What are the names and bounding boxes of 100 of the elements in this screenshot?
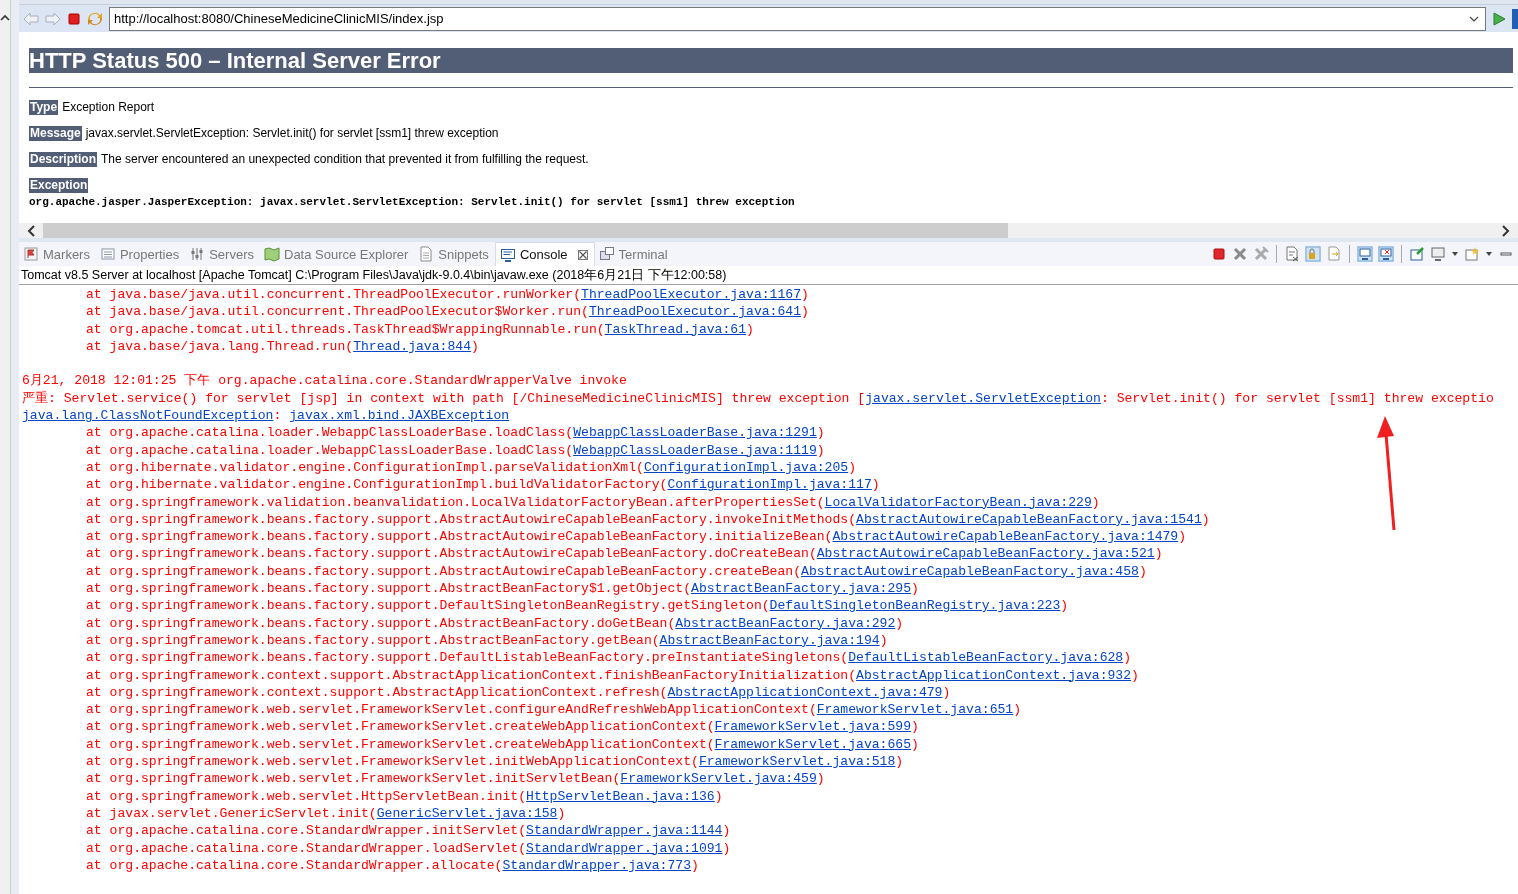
- log-text: at org.springframework.beans.factory.support.AbstractAutowireCapableBeanFactory.createBean(: [86, 563, 802, 579]
- log-text: ): [816, 771, 825, 787]
- monitor-icon[interactable]: [1357, 246, 1373, 262]
- markers-icon: [23, 246, 39, 262]
- source-link[interactable]: ThreadPoolExecutor.java:641: [588, 304, 802, 320]
- log-text: ): [816, 425, 825, 441]
- log-text: at org.springframework.beans.factory.support.AbstractBeanFactory.getBean(: [86, 632, 660, 648]
- source-link[interactable]: DefaultListableBeanFactory.java:628: [848, 650, 1124, 666]
- stop-icon[interactable]: [67, 11, 81, 26]
- exception-link[interactable]: javax.xml.bind.JAXBException: [289, 408, 510, 424]
- view-tab[interactable]: Terminal: [594, 242, 674, 266]
- list-icon: [99, 246, 116, 262]
- scrollbar-thumb[interactable]: [43, 223, 1008, 238]
- monitor-icon[interactable]: [1378, 246, 1394, 262]
- source-link[interactable]: FrameworkServlet.java:651: [816, 702, 1014, 718]
- display-icon[interactable]: [1430, 246, 1446, 262]
- scroll-right-icon[interactable]: [1500, 224, 1510, 237]
- log-text: at org.hibernate.validator.engine.ConfigurationImpl.parseValidationXml(: [86, 459, 644, 475]
- source-link[interactable]: StandardWrapper.java:773: [502, 857, 692, 873]
- view-tab[interactable]: Markers: [19, 242, 96, 266]
- log-text: ): [911, 581, 919, 597]
- source-link[interactable]: GenericServlet.java:158: [376, 805, 558, 821]
- log-text: ): [722, 823, 731, 839]
- source-link[interactable]: FrameworkServlet.java:459: [620, 771, 817, 787]
- log-text: ): [1060, 598, 1069, 614]
- source-link[interactable]: FrameworkServlet.java:665: [714, 736, 912, 752]
- source-link[interactable]: ThreadPoolExecutor.java:1167: [581, 287, 802, 302]
- log-text: ): [1013, 702, 1022, 718]
- log-text: ): [1178, 529, 1187, 545]
- log-text: at org.apache.catalina.core.StandardWrapper.initServlet(: [86, 823, 527, 839]
- source-link[interactable]: WebappClassLoaderBase.java:1119: [573, 442, 817, 458]
- scroll-left-icon[interactable]: [27, 224, 37, 237]
- log-text: at org.springframework.context.support.AbstractApplicationContext.finishBeanFactoryInitialization(: [86, 667, 857, 683]
- horizontal-scrollbar[interactable]: [19, 223, 1518, 238]
- log-text: ): [801, 304, 809, 320]
- url-field[interactable]: http://localhost:8080/ChineseMedicineClinicMIS/index.jsp: [109, 6, 1486, 31]
- source-link[interactable]: ConfigurationImpl.java:117: [667, 477, 872, 493]
- source-link[interactable]: WebappClassLoaderBase.java:1291: [573, 425, 817, 441]
- log-text: at org.springframework.beans.factory.support.AbstractAutowireCapableBeanFactory.initializeBean(: [86, 529, 833, 545]
- clear-icon[interactable]: [1284, 246, 1300, 262]
- source-link[interactable]: AbstractBeanFactory.java:194: [659, 632, 880, 648]
- log-text: at org.springframework.web.servlet.FrameworkServlet.createWebApplicationContext(: [86, 719, 715, 735]
- source-link[interactable]: AbstractApplicationContext.java:479: [667, 684, 943, 700]
- source-link[interactable]: TaskThread.java:61: [604, 321, 747, 337]
- log-text: ): [848, 459, 857, 475]
- log-text: ): [879, 632, 888, 648]
- field-label: Message: [29, 126, 82, 141]
- log-text: at org.springframework.beans.factory.support.DefaultSingletonBeanRegistry.getSingleton(: [86, 598, 770, 614]
- scroll-up-icon[interactable]: [0, 14, 10, 22]
- log-text: ): [557, 805, 566, 821]
- caret-icon[interactable]: [1451, 251, 1459, 257]
- source-link[interactable]: FrameworkServlet.java:518: [698, 754, 896, 769]
- scrollbar[interactable]: [0, 0, 11, 894]
- log-text: at javax.servlet.GenericServlet.init(: [86, 805, 377, 821]
- view-tab[interactable]: Snippets: [414, 242, 495, 266]
- log-text: at org.springframework.validation.beanvalidation.LocalValidatorFactoryBean.afterPropertiesSet(: [86, 494, 825, 510]
- log-text: at org.apache.catalina.loader.WebappClassLoaderBase.loadClass(: [86, 442, 574, 458]
- source-link[interactable]: FrameworkServlet.java:599: [714, 719, 912, 735]
- field-label: Exception: [29, 178, 89, 193]
- source-link[interactable]: AbstractAutowireCapableBeanFactory.java:1479: [832, 529, 1179, 545]
- toolbar-icon[interactable]: [1512, 8, 1518, 29]
- map-icon: [264, 246, 280, 262]
- source-link[interactable]: AbstractApplicationContext.java:932: [856, 667, 1132, 683]
- log-text: ): [871, 477, 880, 493]
- log-text: ): [895, 754, 904, 769]
- remove-icon[interactable]: [1232, 246, 1248, 262]
- source-link[interactable]: AbstractBeanFactory.java:295: [691, 581, 912, 597]
- log-text: 严重: Servlet.service() for servlet [jsp] in context with path [/ChineseMedicineClinicMIS] threw exception [: [22, 390, 866, 406]
- log-text: ): [471, 338, 479, 354]
- pin-icon[interactable]: [1409, 246, 1425, 262]
- go-icon[interactable]: [1492, 11, 1506, 26]
- exception-link[interactable]: java.lang.ClassNotFoundException: [22, 408, 274, 424]
- source-link[interactable]: AbstractAutowireCapableBeanFactory.java:521: [816, 546, 1155, 562]
- source-link[interactable]: DefaultSingletonBeanRegistry.java:223: [769, 598, 1061, 614]
- close-icon[interactable]: [577, 249, 588, 260]
- view-tab[interactable]: Data Source Explorer: [260, 242, 415, 266]
- source-link[interactable]: Thread.java:844: [353, 338, 472, 354]
- console-process-label: Tomcat v8.5 Server at localhost [Apache Tomcat] C:\Program Files\Java\jdk-9.0.4\bin\javaw.exe (2018年6月21日 下午12:00:58): [19, 266, 1518, 285]
- source-link[interactable]: AbstractBeanFactory.java:292: [675, 615, 896, 631]
- source-link[interactable]: StandardWrapper.java:1144: [526, 823, 723, 839]
- source-link[interactable]: LocalValidatorFactoryBean.java:229: [824, 494, 1092, 510]
- dropdown-caret-icon[interactable]: [1469, 15, 1479, 22]
- log-text: ): [722, 840, 731, 856]
- field-label: Description: [29, 152, 97, 167]
- exception-link[interactable]: javax.servlet.ServletException: [865, 390, 1101, 406]
- source-link[interactable]: AbstractAutowireCapableBeanFactory.java:458: [801, 563, 1139, 579]
- field-label: Type: [29, 100, 59, 115]
- source-link[interactable]: HttpServletBean.java:136: [526, 788, 715, 804]
- source-link[interactable]: ConfigurationImpl.java:205: [643, 459, 849, 475]
- log-text: ): [895, 615, 904, 631]
- log-text: at org.apache.catalina.loader.WebappClassLoaderBase.loadClass(: [86, 425, 574, 441]
- log-text: at org.springframework.beans.factory.support.AbstractBeanFactory.doGetBean(: [86, 615, 676, 631]
- view-tab[interactable]: Properties: [95, 242, 186, 266]
- caret-icon[interactable]: [1485, 251, 1493, 257]
- terminate-icon[interactable]: [1211, 246, 1227, 262]
- source-link[interactable]: StandardWrapper.java:1091: [526, 840, 723, 856]
- source-link[interactable]: AbstractAutowireCapableBeanFactory.java:1541: [856, 511, 1202, 527]
- view-tab[interactable]: Servers: [185, 242, 260, 266]
- log-text: ): [1131, 667, 1139, 683]
- view-tab[interactable]: Console: [494, 242, 595, 266]
